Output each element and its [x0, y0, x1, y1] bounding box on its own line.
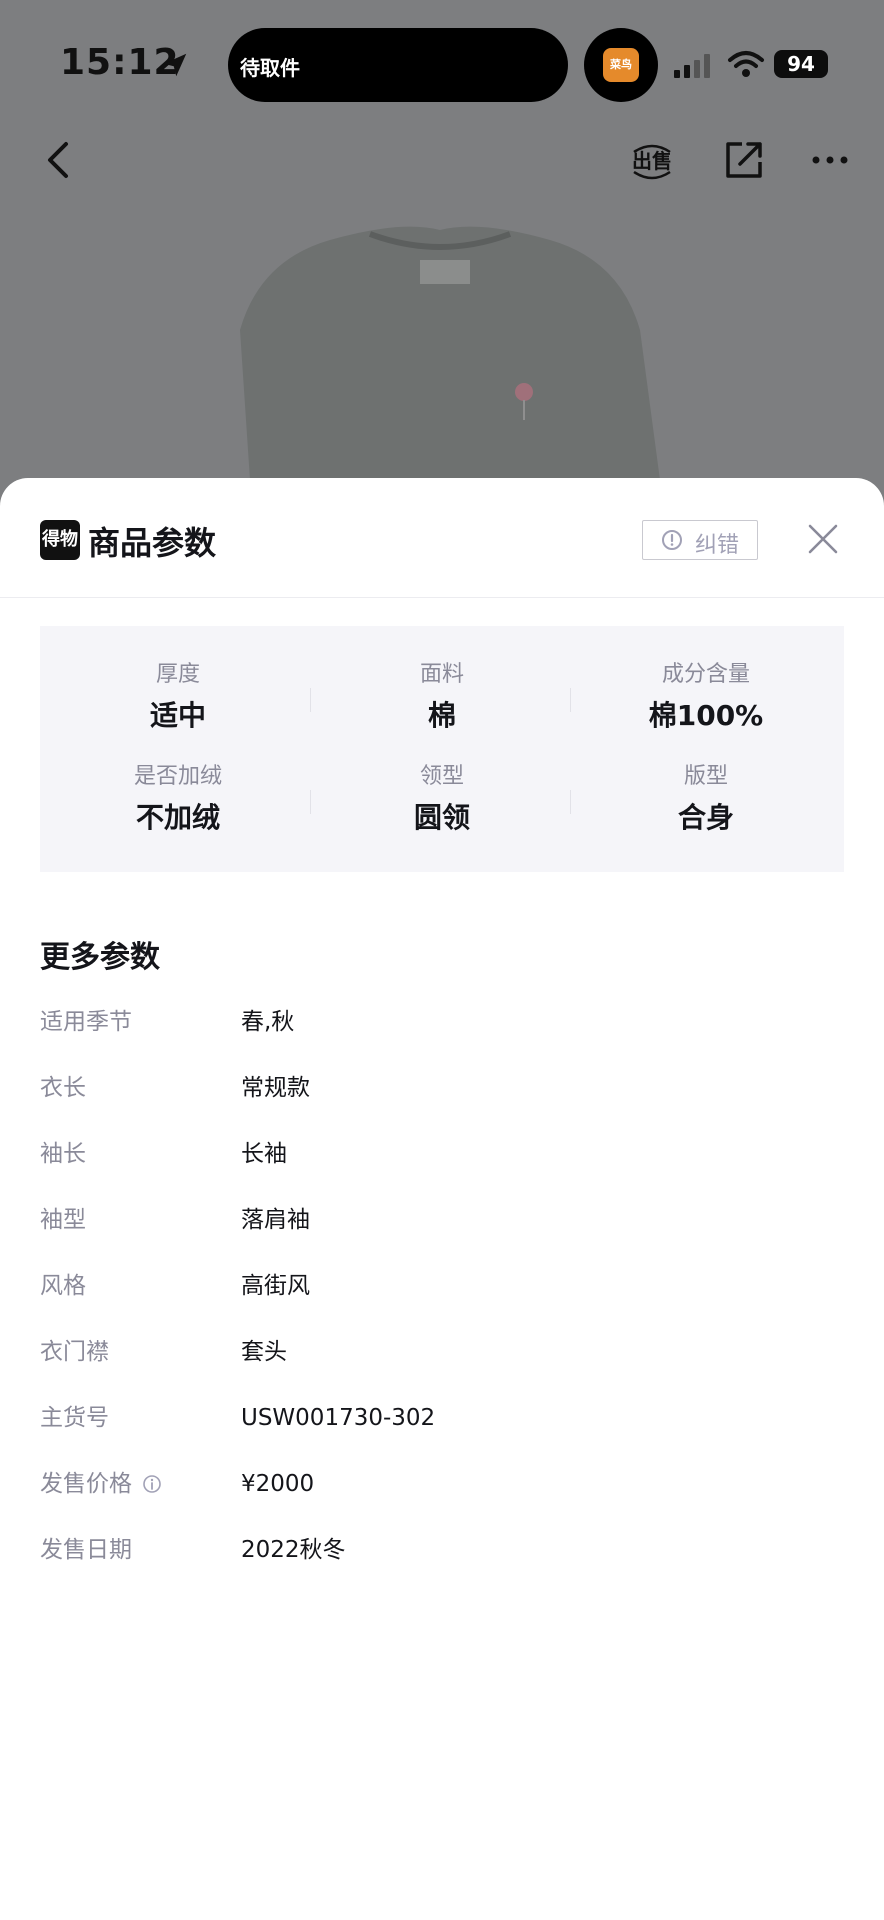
product-params-sheet: 得物 商品参数 纠错 厚度 适中 面料 棉 成分含量 棉100% 是否加绒 不加…	[0, 478, 884, 1920]
more-dots-icon[interactable]	[808, 138, 852, 182]
key-param-value: 不加绒	[135, 801, 220, 834]
param-label: 衣长	[40, 1075, 86, 1101]
key-param-fabric: 面料 棉	[312, 660, 572, 734]
param-row: 衣门襟 套头	[40, 1332, 844, 1372]
param-label: 适用季节	[40, 1009, 132, 1035]
param-value: ¥2000	[241, 1471, 315, 1497]
param-value: USW001730-302	[241, 1405, 436, 1431]
report-error-button[interactable]: 纠错	[642, 520, 758, 560]
key-param-fit: 版型 合身	[576, 762, 836, 836]
param-label: 发售价格	[40, 1471, 132, 1497]
status-bar: 15:12 待取件 菜鸟 94	[0, 0, 884, 110]
key-param-label: 是否加绒	[133, 764, 222, 789]
param-row: 发售价格 ¥2000	[40, 1464, 844, 1504]
key-param-label: 版型	[683, 764, 728, 789]
param-label: 发售日期	[40, 1537, 132, 1563]
key-param-fleece: 是否加绒 不加绒	[48, 762, 308, 836]
svg-text:出售: 出售	[632, 149, 672, 173]
param-value: 春,秋	[241, 1009, 295, 1035]
location-arrow-icon	[163, 53, 187, 77]
param-row: 适用季节 春,秋	[40, 1002, 844, 1042]
product-nav-bar: 出售	[0, 120, 884, 200]
param-row: 袖型 落肩袖	[40, 1200, 844, 1240]
key-param-label: 领型	[419, 764, 464, 789]
package-app-icon: 菜鸟	[603, 48, 639, 82]
key-param-value: 圆领	[413, 801, 470, 834]
param-label: 袖型	[40, 1207, 86, 1233]
chevron-left-icon[interactable]	[38, 138, 82, 182]
param-label: 主货号	[40, 1405, 109, 1431]
divider	[570, 790, 571, 814]
key-param-collar: 领型 圆领	[312, 762, 572, 836]
key-param-thickness: 厚度 适中	[48, 660, 308, 734]
info-icon[interactable]	[142, 1474, 162, 1494]
param-value: 高街风	[241, 1273, 310, 1299]
key-param-value: 棉	[427, 699, 456, 732]
param-value: 套头	[241, 1339, 287, 1365]
divider	[310, 688, 311, 712]
key-param-value: 适中	[149, 699, 206, 732]
close-icon[interactable]	[806, 522, 840, 556]
param-row: 风格 高街风	[40, 1266, 844, 1306]
key-param-label: 厚度	[155, 662, 200, 687]
alert-circle-icon	[662, 530, 682, 550]
param-value: 长袖	[241, 1141, 287, 1167]
param-label: 衣门襟	[40, 1339, 109, 1365]
key-param-value: 棉100%	[648, 699, 764, 732]
key-params-card: 厚度 适中 面料 棉 成分含量 棉100% 是否加绒 不加绒 领型 圆领 版型 …	[40, 626, 844, 872]
divider	[570, 688, 571, 712]
report-error-label: 纠错	[695, 533, 740, 558]
param-row: 主货号 USW001730-302	[40, 1398, 844, 1438]
product-image	[240, 226, 660, 480]
param-label: 风格	[40, 1273, 86, 1299]
battery-indicator: 94	[774, 50, 828, 78]
param-value: 常规款	[241, 1075, 310, 1101]
sheet-title: 商品参数	[88, 524, 217, 562]
share-icon[interactable]	[722, 138, 766, 182]
cellular-signal-icon	[674, 54, 710, 78]
island-text: 待取件	[240, 56, 300, 80]
param-row: 袖长 长袖	[40, 1134, 844, 1174]
param-row: 衣长 常规款	[40, 1068, 844, 1108]
param-label: 袖长	[40, 1141, 86, 1167]
sell-icon[interactable]: 出售	[630, 138, 674, 182]
key-param-composition: 成分含量 棉100%	[576, 660, 836, 734]
app-logo: 得物	[40, 520, 80, 560]
key-param-label: 面料	[419, 662, 464, 687]
more-params-title: 更多参数	[40, 940, 160, 975]
sheet-header: 得物 商品参数 纠错	[0, 478, 884, 598]
wifi-icon	[728, 51, 764, 77]
param-value: 落肩袖	[241, 1207, 310, 1233]
key-param-value: 合身	[677, 801, 734, 834]
param-value: 2022秋冬	[241, 1537, 346, 1563]
key-param-label: 成分含量	[661, 662, 750, 687]
param-row: 发售日期 2022秋冬	[40, 1530, 844, 1570]
divider	[310, 790, 311, 814]
